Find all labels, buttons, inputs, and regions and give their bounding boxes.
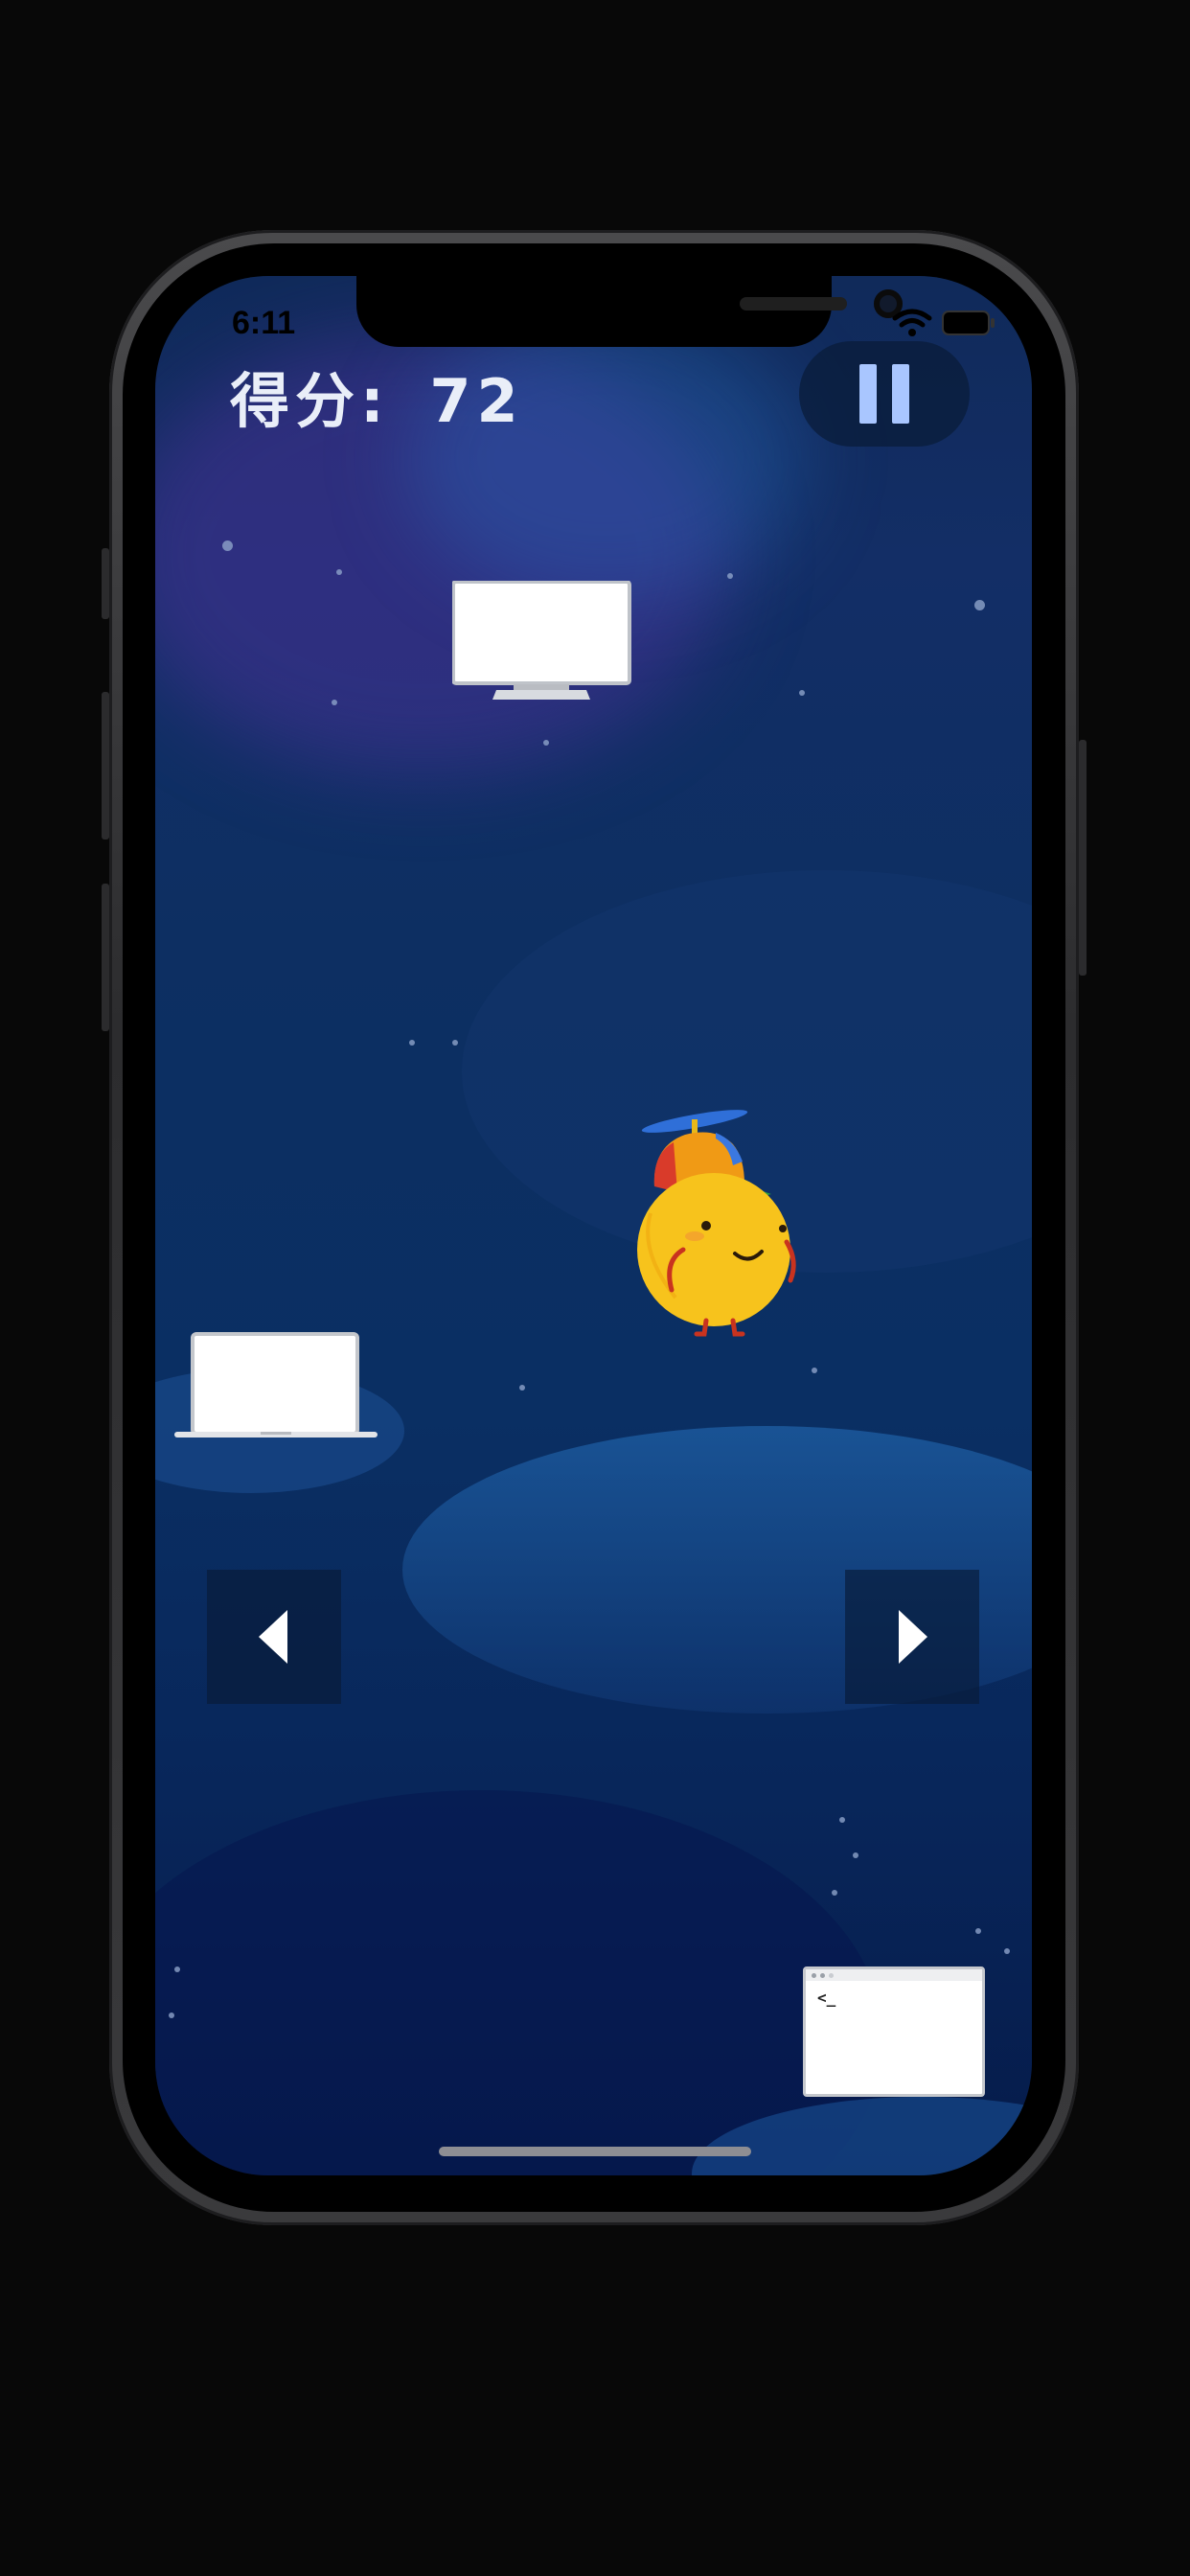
device-notch [356, 276, 903, 347]
move-right-button[interactable] [845, 1570, 979, 1704]
status-time: 6:11 [232, 305, 296, 341]
window-dot-icon [812, 1972, 816, 1978]
terminal-prompt: <_ [817, 1989, 836, 2007]
wifi-icon [892, 309, 932, 336]
star [832, 1890, 837, 1896]
star [727, 573, 733, 579]
terminal-window-platform: <_ [803, 1966, 985, 2097]
star [519, 1385, 525, 1391]
mute-switch [102, 548, 109, 619]
score-value: 72 [429, 366, 524, 436]
status-icons [892, 309, 995, 337]
star [839, 1817, 845, 1823]
star [812, 1368, 817, 1373]
power-button [1079, 740, 1087, 976]
window-dot-icon [829, 1972, 834, 1978]
star [975, 1928, 981, 1934]
move-left-button[interactable] [207, 1570, 341, 1704]
star [974, 600, 985, 610]
laptop-platform [174, 1332, 378, 1443]
arrow-right-icon [899, 1610, 927, 1664]
star [332, 700, 337, 705]
star [336, 569, 342, 575]
star [222, 540, 233, 551]
home-indicator[interactable] [439, 2147, 751, 2156]
star [169, 2012, 174, 2018]
battery-icon [942, 310, 995, 335]
star [853, 1852, 858, 1858]
player-character [637, 1108, 819, 1338]
earpiece-speaker [740, 297, 847, 310]
volume-down-button [102, 884, 109, 1031]
pause-icon-bar-left [859, 364, 877, 424]
star [1004, 1948, 1010, 1954]
volume-up-button [102, 692, 109, 840]
window-dot-icon [820, 1972, 825, 1978]
game-screen: 6:11 得分: 72 <_ [155, 276, 1032, 2175]
score-label: 得分: [230, 366, 390, 436]
desktop-monitor-platform [451, 580, 632, 705]
star [452, 1040, 458, 1046]
pause-button[interactable] [799, 341, 970, 447]
pause-icon-bar-right [892, 364, 909, 424]
star [799, 690, 805, 696]
star [543, 740, 549, 746]
star [174, 1966, 180, 1972]
terminal-titlebar [806, 1969, 982, 1981]
arrow-left-icon [259, 1610, 287, 1664]
score-display: 得分: 72 [230, 353, 524, 439]
star [409, 1040, 415, 1046]
